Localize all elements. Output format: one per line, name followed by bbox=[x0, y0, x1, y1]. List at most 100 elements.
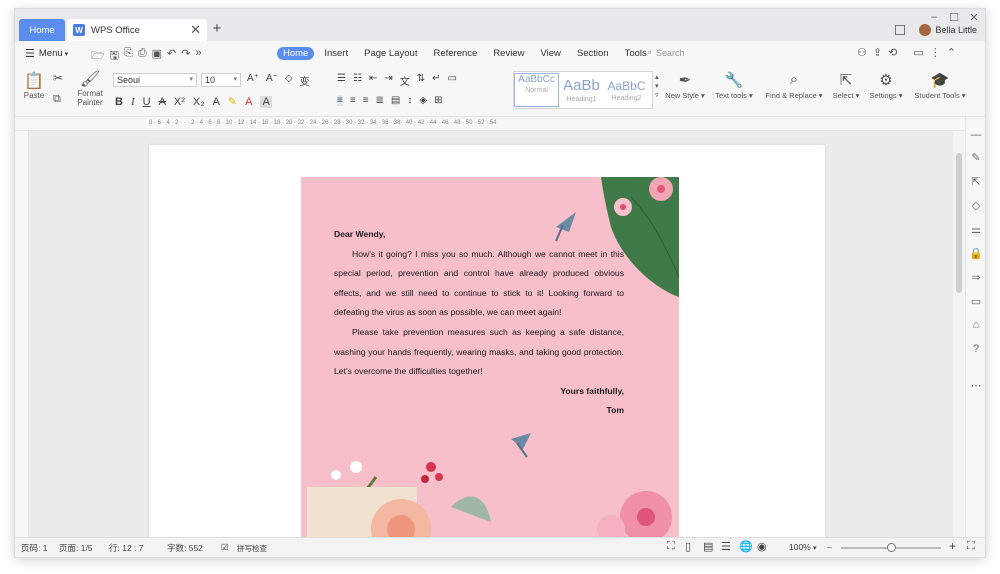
tab-insert[interactable]: Insert bbox=[318, 47, 354, 60]
open-folder-icon[interactable]: 🗁 bbox=[91, 47, 105, 66]
find-replace-button[interactable]: ⌕ Find & Replace ▾ bbox=[763, 71, 825, 100]
sync-icon[interactable]: ⟲ bbox=[888, 46, 897, 59]
share-icon[interactable]: ⇪ bbox=[873, 46, 882, 59]
student-tools-button[interactable]: 🎓 Student Tools ▾ bbox=[911, 71, 969, 100]
user-account[interactable]: Bella Little bbox=[919, 24, 977, 36]
page-view-icon[interactable]: ▤ bbox=[703, 540, 713, 553]
tab-reference[interactable]: Reference bbox=[427, 47, 483, 60]
show-marks-icon[interactable]: ↵ bbox=[432, 73, 440, 88]
font-name-select[interactable]: Seoui ▾ bbox=[113, 73, 197, 87]
new-tab-button[interactable]: + bbox=[209, 20, 225, 37]
shapes-icon[interactable]: ◇ bbox=[969, 199, 983, 212]
align-left-icon[interactable]: ≡ bbox=[337, 95, 343, 106]
spellcheck-label[interactable]: 拼写检查 bbox=[237, 543, 267, 554]
grow-font-icon[interactable]: A⁺ bbox=[247, 73, 259, 88]
text-tools-button[interactable]: 🔧 Text tools ▾ bbox=[711, 71, 757, 100]
font-size-select[interactable]: 10 ▾ bbox=[201, 73, 241, 87]
tab-home[interactable]: Home bbox=[277, 47, 315, 60]
translate-arrow-icon[interactable]: ⇒ bbox=[969, 271, 983, 284]
copy-icon[interactable]: ⧉ bbox=[53, 93, 61, 106]
comment-icon[interactable]: ▭ bbox=[913, 46, 923, 59]
document-page[interactable]: Dear Wendy, How's it going? I miss you s… bbox=[149, 145, 825, 537]
sidebar-collapse-icon[interactable]: — bbox=[969, 129, 983, 141]
styles-scroll-arrows[interactable]: ▴ ▾ ▿ bbox=[655, 73, 659, 100]
style-normal[interactable]: AaBbCc Normal bbox=[514, 73, 559, 107]
home-tab[interactable]: Home bbox=[19, 19, 65, 41]
outline-view-icon[interactable]: ☰ bbox=[721, 540, 731, 553]
close-tab-icon[interactable]: ✕ bbox=[190, 22, 201, 38]
italic-icon[interactable]: I bbox=[131, 96, 135, 108]
tab-view[interactable]: View bbox=[534, 47, 566, 60]
bullet-list-icon[interactable]: ☰ bbox=[337, 73, 346, 88]
close-window-button[interactable]: ✕ bbox=[967, 11, 981, 24]
undo-icon[interactable]: ↶ bbox=[167, 47, 176, 66]
phonetic-guide-icon[interactable]: 变 bbox=[300, 73, 310, 88]
document-tab[interactable]: W WPS Office ✕ bbox=[67, 19, 207, 41]
borders-icon[interactable]: ⊞ bbox=[434, 95, 442, 106]
save-icon[interactable]: 🖫 bbox=[110, 47, 119, 66]
page-count[interactable]: 页面: 1/5 bbox=[59, 542, 93, 554]
share-user-icon[interactable]: ⚇ bbox=[857, 46, 867, 59]
line-spacing-icon[interactable]: ↕ bbox=[407, 95, 412, 106]
spellcheck-icon[interactable]: ☑ bbox=[221, 542, 229, 553]
layout-toggle-icon[interactable] bbox=[895, 25, 905, 35]
adjust-sliders-icon[interactable]: ⚌ bbox=[969, 223, 983, 236]
zoom-in-button[interactable]: + bbox=[949, 539, 956, 553]
word-count[interactable]: 字数: 552 bbox=[167, 542, 203, 554]
inbox-icon[interactable]: ▭ bbox=[969, 295, 983, 308]
select-pointer-icon[interactable]: ⇱ bbox=[969, 175, 983, 188]
eye-protection-icon[interactable]: ◉ bbox=[757, 540, 767, 553]
style-heading2[interactable]: AaBbC Heading2 bbox=[604, 79, 649, 102]
format-painter-button[interactable]: 🖌 Format Painter bbox=[73, 69, 107, 107]
increase-indent-icon[interactable]: ⇥ bbox=[384, 73, 392, 88]
zoom-slider-knob[interactable] bbox=[887, 543, 896, 552]
font-color-icon[interactable]: A bbox=[245, 96, 252, 108]
collapse-ribbon-icon[interactable]: ⌃ bbox=[947, 46, 956, 59]
numbered-list-icon[interactable]: ☷ bbox=[353, 73, 362, 88]
main-menu-button[interactable]: ☰ Menu ▾ bbox=[25, 47, 68, 60]
scrollbar-thumb[interactable] bbox=[956, 153, 962, 293]
backup-icon[interactable]: ⌂ bbox=[969, 319, 983, 331]
more-chevron-icon[interactable]: » bbox=[195, 47, 201, 66]
vertical-scrollbar[interactable] bbox=[953, 131, 965, 537]
strikethrough-icon[interactable]: A bbox=[159, 96, 166, 108]
char-shading-icon[interactable]: A bbox=[260, 95, 272, 108]
new-style-button[interactable]: ✒ New Style ▾ bbox=[665, 71, 705, 100]
more-icon[interactable]: ⋯ bbox=[969, 379, 983, 392]
chinese-layout-icon[interactable]: 文 bbox=[400, 73, 410, 88]
letter-body[interactable]: Dear Wendy, How's it going? I miss you s… bbox=[334, 225, 624, 421]
more-options-icon[interactable]: ⋮ bbox=[930, 46, 941, 59]
lock-icon[interactable]: 🔒 bbox=[969, 247, 983, 260]
distributed-icon[interactable]: ▤ bbox=[391, 95, 400, 106]
paste-button[interactable]: 📋 Paste bbox=[21, 71, 47, 100]
align-center-icon[interactable]: ≡ bbox=[350, 95, 356, 106]
vertical-ruler[interactable] bbox=[15, 131, 29, 537]
help-icon[interactable]: ? bbox=[969, 343, 983, 355]
justify-icon[interactable]: ≣ bbox=[376, 95, 384, 106]
export-pdf-icon[interactable]: ⎘ bbox=[124, 47, 133, 66]
zoom-out-button[interactable]: – bbox=[827, 542, 832, 552]
tab-section[interactable]: Section bbox=[571, 47, 615, 60]
superscript-icon[interactable]: X² bbox=[174, 96, 185, 108]
table-insert-icon[interactable]: ▭ bbox=[448, 73, 457, 88]
underline-icon[interactable]: U bbox=[143, 96, 151, 108]
web-view-icon[interactable]: 🌐 bbox=[739, 540, 753, 553]
clear-format-icon[interactable]: ◇ bbox=[285, 73, 293, 88]
pen-icon[interactable]: ✎ bbox=[969, 151, 983, 164]
tab-review[interactable]: Review bbox=[487, 47, 530, 60]
read-mode-icon[interactable]: ▯ bbox=[685, 540, 691, 553]
select-button[interactable]: ⇱ Select ▾ bbox=[829, 71, 863, 100]
tab-page-layout[interactable]: Page Layout bbox=[358, 47, 423, 60]
zoom-level[interactable]: 100% bbox=[789, 542, 811, 552]
shrink-font-icon[interactable]: A⁻ bbox=[266, 73, 278, 88]
horizontal-ruler[interactable]: 8 · 6 · 4 · 2 · · · 2 · 4 · 6 · 8 · 10 ·… bbox=[15, 117, 965, 131]
page-number[interactable]: 页码: 1 bbox=[21, 542, 47, 554]
style-heading1[interactable]: AaBb Heading1 bbox=[559, 77, 604, 103]
search-input[interactable]: ⌕ Search bbox=[647, 47, 685, 58]
cut-icon[interactable]: ✂ bbox=[53, 71, 63, 85]
minimize-button[interactable]: – bbox=[927, 11, 941, 23]
print-icon[interactable]: ⎙ bbox=[138, 47, 147, 66]
text-effect-icon[interactable]: A bbox=[213, 96, 220, 108]
subscript-icon[interactable]: X₂ bbox=[193, 96, 205, 108]
decrease-indent-icon[interactable]: ⇤ bbox=[369, 73, 377, 88]
